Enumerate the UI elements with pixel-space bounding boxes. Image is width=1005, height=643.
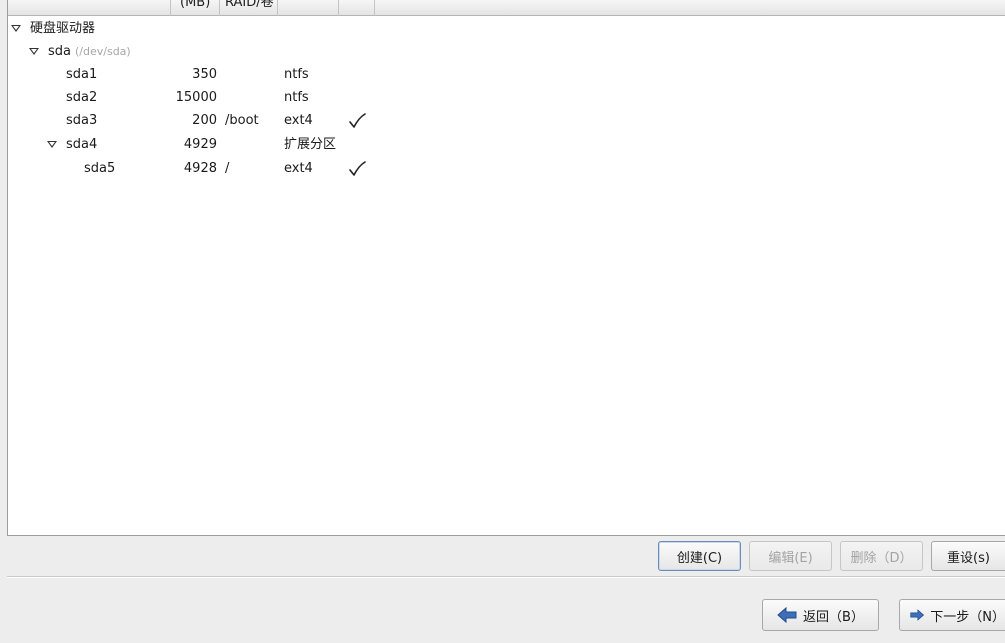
create-button[interactable]: 创建(C) — [658, 541, 741, 571]
tree-row-hard-drives[interactable]: 硬盘驱动器 — [8, 17, 1005, 40]
column-header-device[interactable] — [8, 0, 171, 16]
table-row[interactable]: sda1 350 ntfs — [8, 63, 1005, 86]
tree-row-disk[interactable]: sda (/dev/sda) — [8, 40, 1005, 63]
partition-type: ntfs — [284, 90, 309, 105]
partition-type: ext4 — [284, 113, 313, 128]
arrow-right-icon — [910, 609, 925, 621]
root-label: 硬盘驱动器 — [30, 21, 96, 36]
partition-mount: / — [225, 161, 230, 176]
arrow-left-icon — [777, 606, 797, 624]
partition-size: 200 — [192, 113, 217, 128]
column-header-format[interactable] — [339, 0, 375, 16]
reset-button[interactable]: 重设(s) — [931, 541, 1005, 571]
partition-tree[interactable]: (MB) RAID/卷 硬盘驱动器 sda (/dev/sda) sda1 35… — [7, 0, 1005, 536]
expander-arrow-icon[interactable] — [47, 141, 57, 148]
partition-mount: /boot — [225, 113, 259, 128]
partition-size: 4928 — [183, 161, 217, 176]
partition-size: 15000 — [175, 90, 217, 105]
column-header-raid[interactable]: RAID/卷 — [220, 0, 278, 16]
expander-arrow-icon[interactable] — [29, 48, 39, 55]
expander-arrow-icon[interactable] — [11, 25, 21, 32]
next-button[interactable]: 下一步（N） — [899, 599, 1005, 631]
partition-type: 扩展分区 — [284, 137, 337, 152]
partition-type: ntfs — [284, 67, 309, 82]
partition-type: ext4 — [284, 161, 313, 176]
disk-path: (/dev/sda) — [75, 45, 131, 58]
partition-name: sda4 — [66, 137, 98, 152]
table-row[interactable]: sda2 15000 ntfs — [8, 86, 1005, 109]
partition-size: 350 — [192, 67, 217, 82]
partition-name: sda5 — [84, 161, 116, 176]
edit-button[interactable]: 编辑(E) — [749, 541, 832, 571]
partition-name: sda3 — [66, 113, 98, 128]
separator — [7, 576, 1005, 578]
partition-name: sda2 — [66, 90, 98, 105]
delete-button[interactable]: 删除（D） — [840, 541, 923, 571]
partition-size: 4929 — [183, 137, 217, 152]
format-check-icon — [349, 161, 366, 176]
back-button-label: 返回（B） — [803, 609, 864, 625]
back-button[interactable]: 返回（B） — [762, 599, 879, 631]
tree-header: (MB) RAID/卷 — [8, 0, 1005, 16]
table-row[interactable]: sda3 200 /boot ext4 — [8, 109, 1005, 132]
next-button-label: 下一步（N） — [930, 609, 1005, 625]
partition-name: sda1 — [66, 67, 98, 82]
column-header-type[interactable] — [278, 0, 339, 16]
column-header-size[interactable]: (MB) — [171, 0, 220, 16]
tree-row-extended[interactable]: sda4 4929 扩展分区 — [8, 133, 1005, 156]
disk-name: sda — [48, 44, 71, 59]
format-check-icon — [349, 113, 366, 128]
table-row[interactable]: sda5 4928 / ext4 — [8, 157, 1005, 180]
